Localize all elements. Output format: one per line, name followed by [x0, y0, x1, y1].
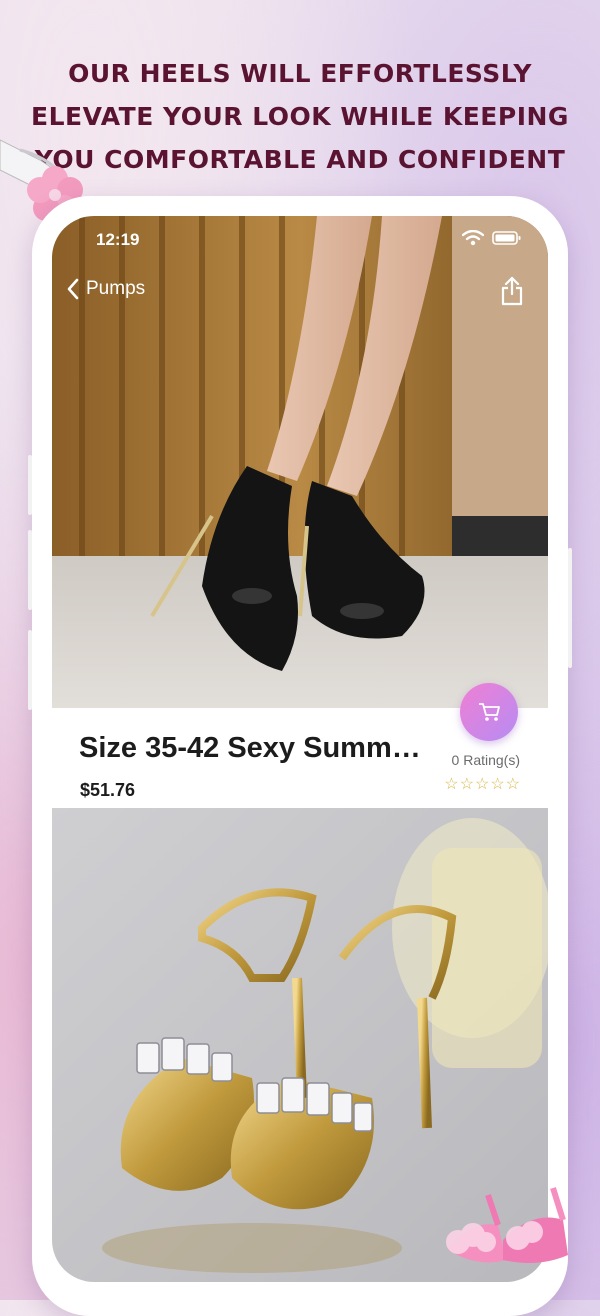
headline-line-1: OUR HEELS WILL EFFORTLESSLY [68, 59, 532, 88]
app-screen: 12:19 Pumps Size 35-42 Sexy Summer $51.7… [52, 216, 548, 1282]
chevron-left-icon [67, 278, 79, 300]
rating-count: 0 Rating(s) [451, 752, 520, 768]
product-title: Size 35-42 Sexy Summer Sandals [79, 732, 429, 764]
back-label: Pumps [86, 278, 146, 299]
phone-volume-button [28, 530, 32, 610]
battery-icon [492, 231, 521, 245]
status-time: 12:19 [96, 230, 140, 249]
status-bar: 12:19 [52, 216, 548, 262]
cart-icon [479, 703, 500, 721]
phone-volume-button [28, 455, 32, 515]
rating-stars: ☆☆☆☆☆ [444, 776, 521, 793]
add-to-cart-button[interactable] [460, 683, 518, 741]
back-button[interactable]: Pumps [66, 278, 145, 300]
share-icon [501, 276, 523, 306]
nav-bar: Pumps [52, 276, 548, 316]
headline-line-3: YOU COMFORTABLE AND CONFIDENT [34, 145, 566, 174]
promo-headline: OUR HEELS WILL EFFORTLESSLY ELEVATE YOUR… [30, 52, 570, 181]
headline-line-2: ELEVATE YOUR LOOK WHILE KEEPING [31, 102, 569, 131]
wifi-icon [462, 230, 484, 246]
phone-volume-button [28, 630, 32, 710]
share-button[interactable] [500, 276, 524, 311]
phone-power-button [568, 548, 572, 668]
pink-heels-decoration-icon [446, 1187, 568, 1264]
product-price: $51.76 [80, 780, 136, 800]
